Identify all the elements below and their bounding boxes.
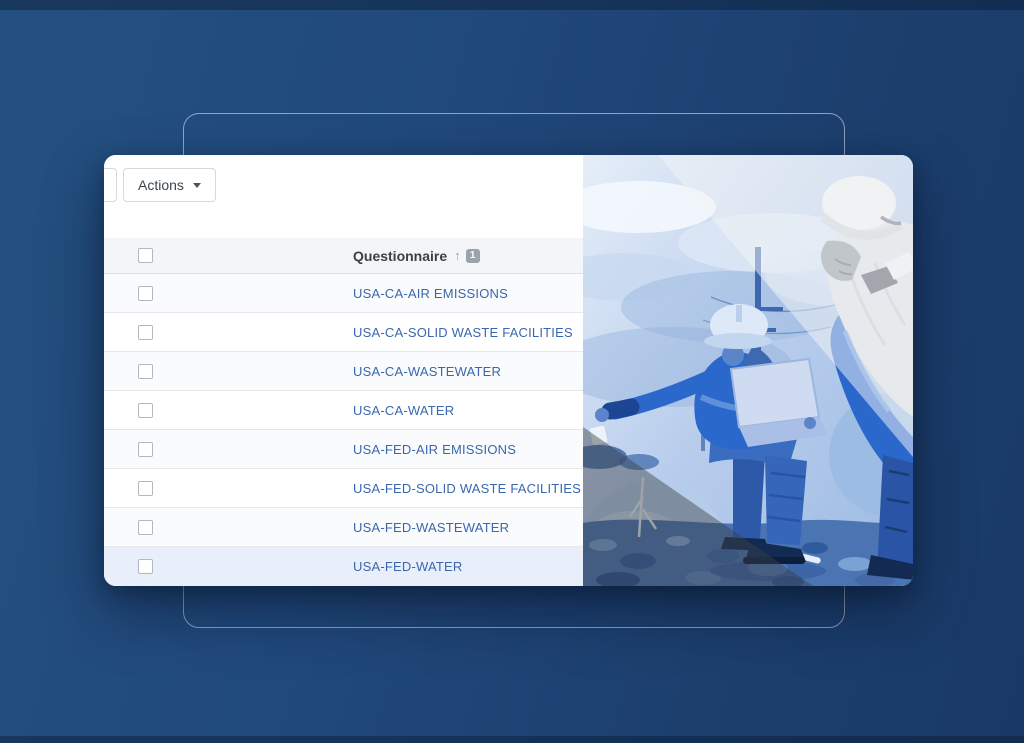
questionnaire-link[interactable]: USA-CA-WASTEWATER [353,364,501,379]
select-all-cell [104,248,353,263]
row-checkbox[interactable] [138,364,153,379]
table-row[interactable]: USA-CA-SOLID WASTE FACILITIES [104,313,583,352]
table-row[interactable]: USA-FED-WASTEWATER [104,508,583,547]
table-row[interactable]: USA-CA-WATER [104,391,583,430]
questionnaire-link[interactable]: USA-CA-WATER [353,403,454,418]
checkbox-cell [104,403,353,418]
hero-photo [583,155,913,586]
questionnaire-link[interactable]: USA-CA-AIR EMISSIONS [353,286,508,301]
row-checkbox[interactable] [138,403,153,418]
questionnaire-link[interactable]: USA-CA-SOLID WASTE FACILITIES [353,325,573,340]
top-frame-strip [0,0,1024,10]
questionnaire-link[interactable]: USA-FED-WATER [353,559,462,574]
checkbox-cell [104,286,353,301]
caret-down-icon [193,183,201,188]
table-row[interactable]: USA-CA-WASTEWATER [104,352,583,391]
column-header-label: Questionnaire [353,248,447,264]
actions-button-label: Actions [138,177,184,193]
questionnaire-table-pane: Actions Questionnaire ↑ 1 USA-CA-AIR EMI… [104,155,583,586]
sort-ascending-icon: ↑ [454,248,461,263]
checkbox-cell [104,442,353,457]
questionnaire-link[interactable]: USA-FED-WASTEWATER [353,520,509,535]
hero-photo-illustration [583,155,913,586]
table-row[interactable]: USA-FED-SOLID WASTE FACILITIES [104,469,583,508]
table-row[interactable]: USA-FED-AIR EMISSIONS [104,430,583,469]
checkbox-cell [104,520,353,535]
row-checkbox[interactable] [138,325,153,340]
table-toolbar: Actions [104,155,583,238]
bottom-frame-strip [0,736,1024,743]
questionnaire-column-header[interactable]: Questionnaire ↑ 1 [353,248,480,264]
checkbox-cell [104,559,353,574]
table-row-highlighted[interactable]: USA-FED-WATER [104,547,583,586]
clipped-toolbar-button[interactable] [104,168,117,202]
page-background: { "toolbar": { "actions_label": "Actions… [0,0,1024,743]
questionnaire-link[interactable]: USA-FED-AIR EMISSIONS [353,442,516,457]
row-checkbox[interactable] [138,481,153,496]
sort-order-badge: 1 [466,249,480,263]
checkbox-cell [104,481,353,496]
table-row[interactable]: USA-CA-AIR EMISSIONS [104,274,583,313]
actions-button[interactable]: Actions [123,168,216,202]
row-checkbox[interactable] [138,286,153,301]
row-checkbox[interactable] [138,559,153,574]
checkbox-cell [104,364,353,379]
select-all-checkbox[interactable] [138,248,153,263]
questionnaire-link[interactable]: USA-FED-SOLID WASTE FACILITIES [353,481,581,496]
row-checkbox[interactable] [138,442,153,457]
table-header-row: Questionnaire ↑ 1 [104,238,583,274]
row-checkbox[interactable] [138,520,153,535]
checkbox-cell [104,325,353,340]
questionnaire-card: Actions Questionnaire ↑ 1 USA-CA-AIR EMI… [104,155,913,586]
